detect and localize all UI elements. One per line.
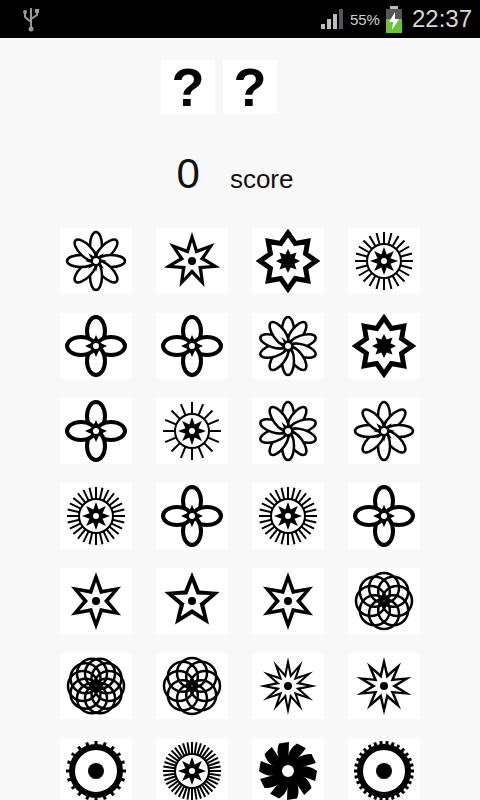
card-tile[interactable] [156, 228, 228, 294]
status-bar: 55% 22:37 [0, 0, 480, 38]
picked-slot: ? [161, 60, 215, 114]
signal-icon [320, 8, 346, 30]
card-tile[interactable] [60, 653, 132, 719]
mandala-icon [64, 569, 128, 633]
mandala-icon [64, 654, 128, 718]
mandala-icon [160, 229, 224, 293]
mandala-icon [256, 229, 320, 293]
mandala-icon [352, 314, 416, 378]
mandala-icon [160, 569, 224, 633]
mandala-icon [160, 654, 224, 718]
mandala-icon [256, 654, 320, 718]
card-tile[interactable] [348, 398, 420, 464]
score-value: 0 [177, 150, 200, 198]
card-tile[interactable] [252, 228, 324, 294]
card-tile[interactable] [348, 228, 420, 294]
card-tile[interactable] [156, 738, 228, 800]
card-tile[interactable] [156, 653, 228, 719]
battery-icon [386, 6, 402, 33]
game-screen: 55% 22:37?? 0 score [0, 0, 480, 800]
mandala-icon [160, 484, 224, 548]
charging-bolt-icon [388, 12, 400, 30]
picked-slot: ? [223, 60, 277, 114]
usb-icon [22, 6, 40, 32]
card-tile[interactable] [348, 483, 420, 549]
card-tile[interactable] [252, 398, 324, 464]
mandala-icon [64, 399, 128, 463]
card-tile[interactable] [252, 313, 324, 379]
game-board: ?? 0 score [0, 38, 480, 800]
mandala-icon [352, 229, 416, 293]
card-tile[interactable] [252, 738, 324, 800]
card-tile[interactable] [156, 568, 228, 634]
mandala-icon [64, 739, 128, 800]
tile-grid [48, 228, 432, 800]
card-tile[interactable] [252, 483, 324, 549]
card-tile[interactable] [60, 313, 132, 379]
clock: 22:37 [412, 5, 472, 33]
card-tile[interactable] [252, 568, 324, 634]
battery-percent: 55% [350, 11, 380, 28]
card-tile[interactable] [60, 483, 132, 549]
mandala-icon [256, 314, 320, 378]
card-tile[interactable] [252, 653, 324, 719]
mandala-icon [160, 739, 224, 800]
card-tile[interactable] [156, 398, 228, 464]
mandala-icon [352, 484, 416, 548]
card-tile[interactable] [348, 653, 420, 719]
card-tile[interactable] [348, 568, 420, 634]
mandala-icon [160, 399, 224, 463]
card-tile[interactable] [60, 738, 132, 800]
mandala-icon [256, 739, 320, 800]
mandala-icon [352, 399, 416, 463]
mandala-icon [352, 569, 416, 633]
mandala-icon [256, 569, 320, 633]
card-tile[interactable] [348, 738, 420, 800]
mandala-icon [352, 654, 416, 718]
card-tile[interactable] [60, 228, 132, 294]
card-tile[interactable] [60, 398, 132, 464]
card-tile[interactable] [348, 313, 420, 379]
mandala-icon [64, 314, 128, 378]
mandala-icon [256, 399, 320, 463]
card-tile[interactable] [60, 568, 132, 634]
score: 0 score [177, 150, 304, 198]
mandala-icon [64, 229, 128, 293]
mandala-icon [64, 484, 128, 548]
mandala-icon [256, 484, 320, 548]
mandala-icon [160, 314, 224, 378]
card-tile[interactable] [156, 483, 228, 549]
mandala-icon [352, 739, 416, 800]
score-label: score [230, 164, 294, 195]
card-tile[interactable] [156, 313, 228, 379]
picked-slots: ?? [161, 38, 319, 114]
